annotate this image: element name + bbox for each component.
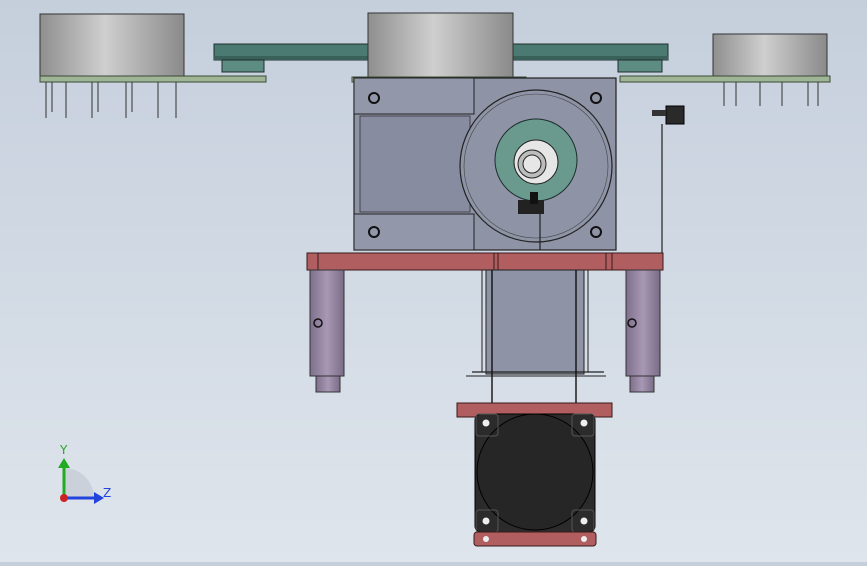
y-axis-label: Y [59,443,68,457]
output-flange [459,89,613,243]
triad-quadrant [64,468,94,498]
cad-viewport[interactable]: Y Z [0,0,867,562]
x-axis-dot [60,494,68,502]
z-axis-label: Z [103,486,111,500]
assembly-drawing: Y Z [39,12,831,547]
axis-triad: Y Z [58,443,111,504]
support-post-left [309,269,345,393]
mounting-plate [306,252,664,271]
support-post-right [625,269,661,393]
fan-module [456,402,613,547]
center-bracket [466,269,606,404]
